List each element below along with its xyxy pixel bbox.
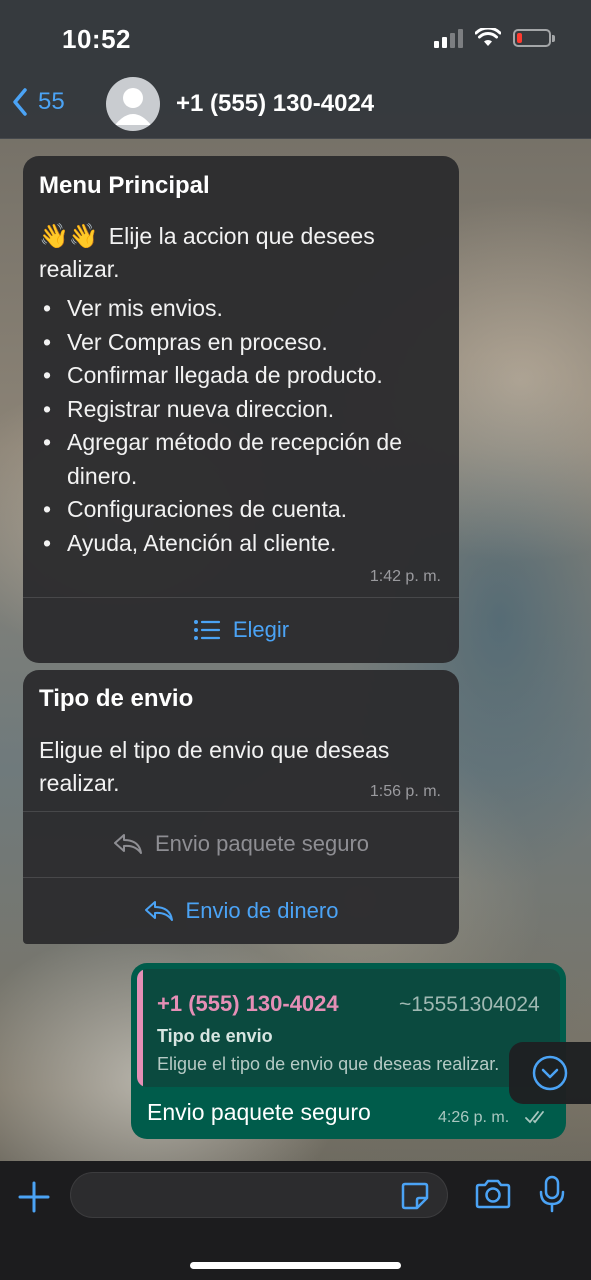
sent-reply-bubble: +1 (555) 130-4024 ~15551304024 Tipo de e… [131,963,566,1139]
wave-emoji: 👋👋 [39,223,99,250]
message-body: 👋👋 Elije la accion que desees realizar. [39,223,375,282]
chat-header: 10:52 55 +1 (555) 130-4024 [0,0,591,139]
list-item: Agregar método de recepción de dinero. [39,426,439,493]
signal-icon [434,28,463,48]
secure-package-label: Envio paquete seguro [154,831,370,856]
quoted-message[interactable]: +1 (555) 130-4024 ~15551304024 Tipo de e… [137,969,560,1087]
sent-text: Envio paquete seguro [147,1099,371,1125]
money-transfer-label: Envio de dinero [185,897,339,923]
list-item: Registrar nueva direccion. [39,393,439,427]
battery-icon [513,29,555,47]
message-time: 1:42 p. m. [369,568,441,585]
quoted-text: Eligue el tipo de envio que deseas reali… [157,1054,500,1074]
secure-package-button[interactable]: Envio paquete seguro [23,811,459,877]
message-time: 4:26 p. m. [438,1109,510,1126]
message-time: 1:56 p. m. [369,783,441,800]
reply-icon [144,900,173,921]
choose-button[interactable]: Elegir [23,597,459,663]
quoted-title: Tipo de envio [157,1026,273,1046]
quoted-sender: +1 (555) 130-4024 [157,991,339,1016]
home-indicator [190,1262,401,1269]
list-item: Ayuda, Atención al cliente. [39,527,439,561]
sticker-icon[interactable] [400,1181,430,1211]
quoted-number: ~15551304024 [399,993,540,1016]
wifi-icon [475,28,501,46]
list-item: Ver mis envios. [39,292,439,326]
shipping-type-bubble: Tipo de envio Eligue el tipo de envio qu… [23,670,459,944]
quote-bar [137,969,143,1087]
message-input[interactable] [70,1172,448,1218]
back-button[interactable]: 55 [12,88,65,116]
list-icon [193,620,220,640]
scroll-down-button[interactable] [509,1042,591,1104]
list-item: Ver Compras en proceso. [39,326,439,360]
avatar[interactable] [106,77,160,131]
composer-bar [0,1161,591,1280]
plus-icon[interactable] [16,1179,52,1215]
choose-label: Elegir [232,617,290,642]
back-chevron-icon [13,88,27,116]
menu-options-list: Ver mis envios. Ver Compras en proceso. … [39,292,439,560]
back-count: 55 [38,88,65,115]
double-check-icon [525,1111,544,1124]
status-icons [434,28,555,48]
status-time: 10:52 [62,24,131,54]
message-title: Menu Principal [39,172,210,199]
scroll-down-icon [532,1055,568,1091]
list-item: Confirmar llegada de producto. [39,359,439,393]
message-title: Tipo de envio [39,685,194,712]
reply-icon [113,834,142,854]
list-item: Configuraciones de cuenta. [39,493,439,527]
avatar-icon [115,88,151,125]
money-transfer-button[interactable]: Envio de dinero [23,877,459,944]
camera-icon[interactable] [474,1178,512,1210]
contact-name[interactable]: +1 (555) 130-4024 [176,90,374,118]
mic-icon[interactable] [538,1175,566,1213]
menu-message-bubble: Menu Principal 👋👋 Elije la accion que des… [23,156,459,663]
